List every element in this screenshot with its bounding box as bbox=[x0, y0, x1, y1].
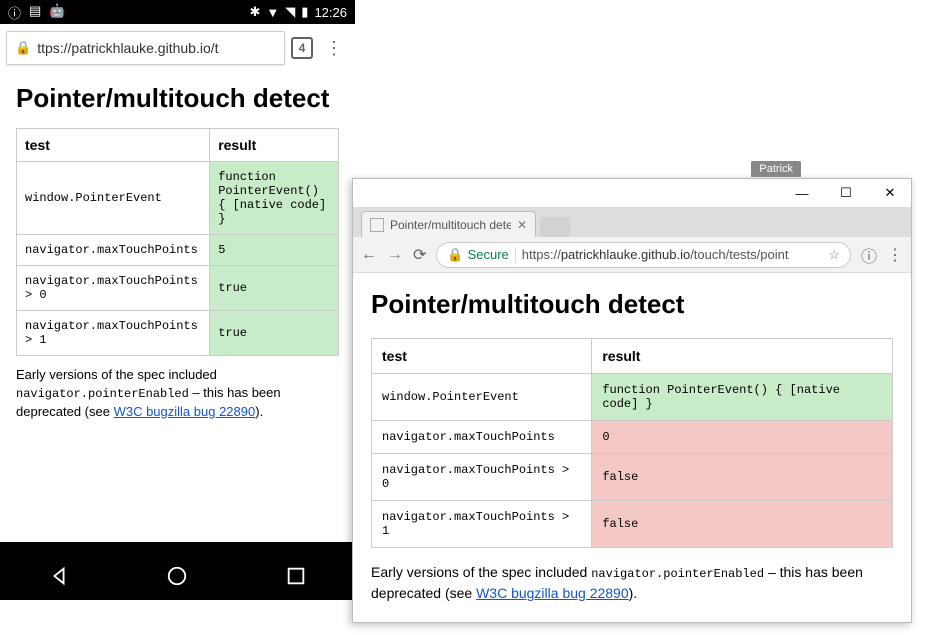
mobile-navbar bbox=[0, 552, 355, 600]
mobile-device: ⓘ ▤ 🤖 ✱ ▼ ◥ ▮ 12:26 🔒 ttps://patrickhlau… bbox=[0, 0, 355, 600]
table-row: window.PointerEventfunction PointerEvent… bbox=[372, 374, 893, 421]
bugzilla-link[interactable]: W3C bugzilla bug 22890 bbox=[114, 404, 256, 419]
desktop-window: Patrick — ☐ ✕ Pointer/multitouch detec ✕… bbox=[352, 178, 912, 623]
site-info-icon[interactable]: ⓘ bbox=[861, 243, 877, 267]
bookmark-star-icon[interactable]: ☆ bbox=[828, 247, 840, 263]
result-cell: function PointerEvent() { [native code] … bbox=[210, 161, 339, 234]
omnibox[interactable]: 🔒 Secure https://patrickhlauke.github.io… bbox=[436, 242, 851, 268]
table-row: navigator.maxTouchPoints0 bbox=[372, 421, 893, 454]
tab-strip: Pointer/multitouch detec ✕ bbox=[353, 207, 911, 237]
doc-icon: ▤ bbox=[29, 3, 41, 22]
mobile-url-text: ttps://patrickhlauke.github.io/t bbox=[37, 40, 218, 56]
test-cell: window.PointerEvent bbox=[372, 374, 592, 421]
table-row: navigator.maxTouchPoints > 1false bbox=[372, 501, 893, 548]
col-result: result bbox=[210, 128, 339, 161]
window-controls: — ☐ ✕ bbox=[353, 179, 911, 207]
bugzilla-link[interactable]: W3C bugzilla bug 22890 bbox=[476, 585, 629, 601]
col-test: test bbox=[372, 339, 592, 374]
table-row: navigator.maxTouchPoints > 0false bbox=[372, 454, 893, 501]
test-cell: navigator.maxTouchPoints > 1 bbox=[17, 310, 210, 355]
new-tab-button[interactable] bbox=[540, 217, 570, 237]
result-cell: true bbox=[210, 310, 339, 355]
result-cell: true bbox=[210, 265, 339, 310]
nav-forward-icon[interactable]: → bbox=[387, 246, 403, 264]
android-icon: 🤖 bbox=[49, 3, 65, 22]
active-tab[interactable]: Pointer/multitouch detec ✕ bbox=[361, 211, 536, 237]
bluetooth-icon: ✱ bbox=[250, 4, 261, 20]
close-button[interactable]: ✕ bbox=[877, 185, 903, 201]
mobile-page-content: Pointer/multitouch detect test result wi… bbox=[0, 72, 355, 542]
maximize-button[interactable]: ☐ bbox=[833, 185, 859, 201]
back-button[interactable] bbox=[48, 565, 70, 587]
mobile-url-bar[interactable]: 🔒 ttps://patrickhlauke.github.io/t bbox=[6, 31, 285, 65]
home-button[interactable] bbox=[166, 565, 188, 587]
wifi-icon: ▼ bbox=[266, 5, 279, 20]
mobile-results-table: test result window.PointerEventfunction … bbox=[16, 128, 339, 356]
clock-time: 12:26 bbox=[314, 5, 347, 20]
desktop-results-table: test result window.PointerEventfunction … bbox=[371, 338, 893, 548]
desktop-page-content: Pointer/multitouch detect test result wi… bbox=[353, 273, 911, 620]
test-cell: navigator.maxTouchPoints bbox=[372, 421, 592, 454]
lock-icon: 🔒 bbox=[15, 40, 31, 56]
battery-icon: ▮ bbox=[301, 4, 308, 20]
result-cell: 5 bbox=[210, 234, 339, 265]
mobile-statusbar: ⓘ ▤ 🤖 ✱ ▼ ◥ ▮ 12:26 bbox=[0, 0, 355, 24]
info-icon: ⓘ bbox=[8, 3, 21, 22]
desktop-toolbar: ← → ⟳ 🔒 Secure https://patrickhlauke.git… bbox=[353, 237, 911, 273]
page-title: Pointer/multitouch detect bbox=[16, 84, 339, 114]
result-cell: function PointerEvent() { [native code] … bbox=[592, 374, 893, 421]
test-cell: navigator.maxTouchPoints > 1 bbox=[372, 501, 592, 548]
mobile-menu-button[interactable]: ⋮ bbox=[319, 38, 349, 59]
secure-indicator: 🔒 Secure bbox=[447, 247, 508, 263]
profile-badge[interactable]: Patrick bbox=[751, 161, 801, 177]
test-cell: navigator.maxTouchPoints > 0 bbox=[17, 265, 210, 310]
result-cell: 0 bbox=[592, 421, 893, 454]
col-test: test bbox=[17, 128, 210, 161]
test-cell: navigator.maxTouchPoints > 0 bbox=[372, 454, 592, 501]
test-cell: window.PointerEvent bbox=[17, 161, 210, 234]
result-cell: false bbox=[592, 501, 893, 548]
mobile-browser-toolbar: 🔒 ttps://patrickhlauke.github.io/t 4 ⋮ bbox=[0, 24, 355, 72]
recents-button[interactable] bbox=[285, 565, 307, 587]
url-text: https://patrickhlauke.github.io/touch/te… bbox=[522, 247, 823, 262]
table-row: navigator.maxTouchPoints > 1true bbox=[17, 310, 339, 355]
minimize-button[interactable]: — bbox=[789, 186, 815, 201]
table-row: navigator.maxTouchPoints > 0true bbox=[17, 265, 339, 310]
desktop-menu-icon[interactable]: ⋮ bbox=[887, 245, 903, 265]
tab-close-icon[interactable]: ✕ bbox=[517, 218, 527, 232]
signal-icon: ◥ bbox=[285, 4, 295, 20]
mobile-note: Early versions of the spec included navi… bbox=[16, 366, 339, 421]
table-row: window.PointerEventfunction PointerEvent… bbox=[17, 161, 339, 234]
mobile-tab-switcher[interactable]: 4 bbox=[291, 37, 313, 59]
table-row: navigator.maxTouchPoints5 bbox=[17, 234, 339, 265]
result-cell: false bbox=[592, 454, 893, 501]
col-result: result bbox=[592, 339, 893, 374]
desktop-note: Early versions of the spec included navi… bbox=[371, 562, 893, 604]
nav-back-icon[interactable]: ← bbox=[361, 246, 377, 264]
page-title: Pointer/multitouch detect bbox=[371, 289, 893, 320]
favicon-icon bbox=[370, 218, 384, 232]
reload-icon[interactable]: ⟳ bbox=[413, 245, 426, 265]
test-cell: navigator.maxTouchPoints bbox=[17, 234, 210, 265]
